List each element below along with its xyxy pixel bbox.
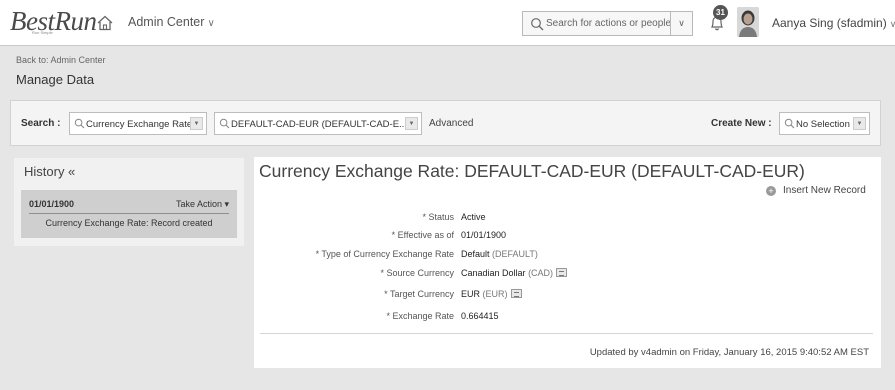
- field-value: 0.664415: [461, 311, 499, 321]
- history-entry[interactable]: 01/01/1900 Take Action ▾ Currency Exchan…: [21, 190, 237, 238]
- field-value: 01/01/1900: [461, 230, 507, 240]
- object-type-value: Currency Exchange Rate: [86, 119, 193, 130]
- field-label: * Effective as of: [391, 230, 454, 240]
- history-toggle[interactable]: History «: [24, 164, 75, 179]
- chevron-down-icon: ∨: [207, 18, 215, 29]
- object-type-select[interactable]: Currency Exchange Rate ▼: [69, 112, 207, 135]
- create-new-label: Create New :: [711, 118, 772, 129]
- record-select[interactable]: DEFAULT-CAD-EUR (DEFAULT-CAD-E... ▼: [214, 112, 422, 135]
- field-value: Canadian Dollar: [461, 268, 526, 278]
- company-logo[interactable]: BestRun: [10, 6, 97, 37]
- module-menu[interactable]: Admin Center ∨: [128, 15, 215, 29]
- logo-tagline: Run Simple: [32, 30, 53, 35]
- record-search-bar: Search : Currency Exchange Rate ▼ DEFAUL…: [10, 100, 881, 146]
- record-dropdown-button[interactable]: ▼: [405, 117, 418, 130]
- back-link[interactable]: Back to: Admin Center: [16, 55, 106, 65]
- object-type-dropdown-button[interactable]: ▼: [190, 117, 203, 130]
- field-value: Default: [461, 249, 490, 259]
- avatar[interactable]: [737, 7, 759, 37]
- field-effective-date: * Effective as of 01/01/1900: [254, 230, 881, 244]
- history-panel: History « 01/01/1900 Take Action ▾ Curre…: [14, 158, 244, 246]
- global-search[interactable]: Search for actions or people ∨: [522, 11, 693, 36]
- field-target-currency: * Target Currency EUR (EUR): [254, 289, 881, 303]
- field-rate-type: * Type of Currency Exchange Rate Default…: [254, 249, 881, 263]
- chevron-down-icon: ∨: [889, 19, 895, 29]
- field-code: (DEFAULT): [492, 249, 538, 259]
- field-value-wrap: EUR (EUR): [461, 289, 522, 299]
- page-title: Manage Data: [16, 72, 95, 87]
- advanced-search-link[interactable]: Advanced: [429, 118, 473, 129]
- global-search-placeholder: Search for actions or people: [546, 18, 672, 29]
- last-updated-text: Updated by v4admin on Friday, January 16…: [589, 347, 869, 358]
- field-source-currency: * Source Currency Canadian Dollar (CAD): [254, 268, 881, 282]
- record-detail-panel: Currency Exchange Rate: DEFAULT-CAD-EUR …: [254, 157, 881, 368]
- field-exchange-rate: * Exchange Rate 0.664415: [254, 311, 881, 325]
- lookup-card-icon[interactable]: [556, 268, 568, 277]
- lookup-card-icon[interactable]: [510, 289, 522, 298]
- notification-badge: 31: [713, 5, 728, 20]
- search-icon: [531, 18, 544, 31]
- take-action-button[interactable]: Take Action ▾: [176, 199, 229, 210]
- search-icon: [74, 118, 85, 129]
- record-title: Currency Exchange Rate: DEFAULT-CAD-EUR …: [259, 161, 805, 181]
- field-status: * Status Active: [254, 212, 881, 226]
- top-bar: BestRun Run Simple Admin Center ∨ Search …: [0, 0, 895, 46]
- record-select-value: DEFAULT-CAD-EUR (DEFAULT-CAD-E...: [231, 119, 407, 130]
- search-icon: [784, 118, 795, 129]
- create-new-dropdown-button[interactable]: ▼: [853, 117, 866, 130]
- divider: [260, 333, 873, 334]
- home-icon[interactable]: [95, 13, 115, 33]
- field-value: EUR: [461, 289, 481, 299]
- module-label: Admin Center: [128, 15, 205, 29]
- field-value-wrap: Canadian Dollar (CAD): [461, 268, 568, 278]
- field-label: * Target Currency: [384, 289, 454, 299]
- user-menu[interactable]: Aanya Sing (sfadmin) ∨: [772, 16, 895, 30]
- insert-new-record-button[interactable]: + Insert New Record: [766, 185, 866, 196]
- field-label: * Source Currency: [380, 268, 454, 278]
- field-value: Active: [461, 212, 486, 222]
- field-label: * Status: [422, 212, 454, 222]
- history-entry-description: Currency Exchange Rate: Record created: [45, 218, 213, 228]
- create-new-value: No Selection: [796, 119, 850, 130]
- search-icon: [219, 118, 230, 129]
- history-entry-date: 01/01/1900: [29, 199, 75, 209]
- search-label: Search :: [21, 118, 61, 129]
- divider: [29, 213, 229, 214]
- create-new-select[interactable]: No Selection ▼: [779, 112, 870, 135]
- search-dropdown-button[interactable]: ∨: [670, 12, 692, 35]
- user-name-label: Aanya Sing (sfadmin): [772, 16, 887, 30]
- insert-new-record-label: Insert New Record: [783, 185, 866, 196]
- field-code: (EUR): [482, 289, 508, 299]
- field-value-wrap: Default (DEFAULT): [461, 249, 538, 259]
- plus-circle-icon: +: [766, 186, 776, 196]
- field-code: (CAD): [528, 268, 554, 278]
- field-label: * Type of Currency Exchange Rate: [315, 249, 454, 259]
- field-label: * Exchange Rate: [386, 311, 454, 321]
